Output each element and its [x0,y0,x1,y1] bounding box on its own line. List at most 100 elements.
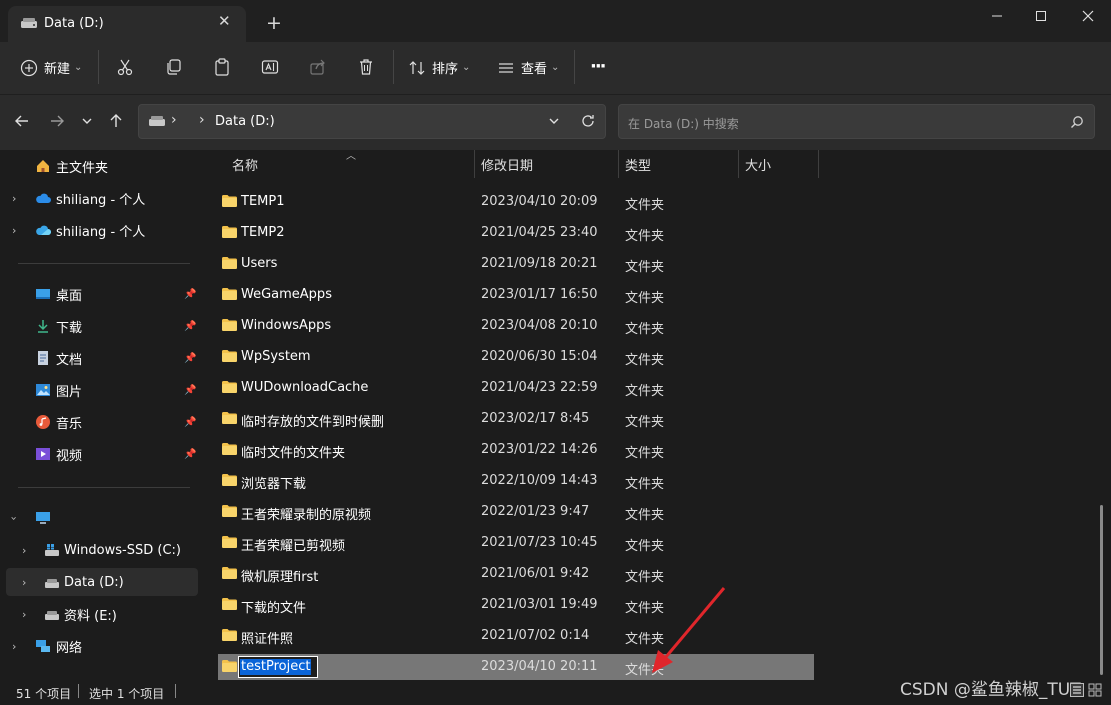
file-row[interactable]: 王者荣耀录制的原视频 2022/01/23 9:47 文件夹 [218,499,814,525]
pin-icon[interactable]: 📌 [184,417,196,428]
sidebar-item-drive-c[interactable]: › Windows-SSD (C:) [6,536,198,564]
column-header-type[interactable]: 类型 [625,150,651,178]
sidebar-item-this-pc[interactable]: › [6,504,198,532]
file-row[interactable]: TEMP2 2021/04/25 23:40 文件夹 [218,220,814,246]
home-icon [37,160,49,172]
sidebar-item-videos[interactable]: 视频 📌 [6,440,198,468]
back-arrow-icon[interactable] [14,113,30,129]
sidebar-item-label: 资料 (E:) [64,608,117,624]
column-resize-handle[interactable] [474,150,475,178]
chevron-right-icon[interactable]: › [12,192,16,205]
file-row[interactable]: Users 2021/09/18 20:21 文件夹 [218,251,814,277]
file-date: 2021/09/18 20:21 [481,256,598,271]
search-icon[interactable] [1070,115,1084,129]
chevron-right-icon[interactable]: › [12,224,16,237]
details-view-icon[interactable] [1070,683,1084,697]
share-icon[interactable] [309,58,327,76]
column-resize-handle[interactable] [618,150,619,178]
file-row[interactable]: WindowsApps 2023/04/08 20:10 文件夹 [218,313,814,339]
close-window-icon[interactable] [1076,5,1100,27]
pin-icon[interactable]: 📌 [184,449,196,460]
pin-icon[interactable]: 📌 [184,353,196,364]
file-row[interactable]: 临时文件的文件夹 2023/01/22 14:26 文件夹 [218,437,814,463]
sidebar-item-home[interactable]: 主文件夹 [6,152,198,180]
copy-icon[interactable] [165,58,183,76]
sidebar-item-downloads[interactable]: 下载 📌 [6,312,198,340]
sidebar-divider [18,263,190,264]
folder-icon [222,412,237,424]
rename-icon[interactable] [261,58,279,76]
breadcrumb-current[interactable]: Data (D:) [215,114,275,129]
pin-icon[interactable]: 📌 [184,385,196,396]
refresh-icon[interactable] [580,113,596,129]
column-header-date[interactable]: 修改日期 [481,150,533,178]
sidebar-item-documents[interactable]: 文档 📌 [6,344,198,372]
tiles-view-icon[interactable] [1088,683,1102,697]
tab-close-icon[interactable]: ✕ [218,12,231,30]
pin-icon[interactable]: 📌 [184,321,196,332]
forward-arrow-icon[interactable] [49,113,65,129]
sidebar-item-music[interactable]: 音乐 📌 [6,408,198,436]
address-history-chevron-icon[interactable] [548,116,560,126]
folder-icon [222,195,237,207]
chevron-right-icon[interactable]: › [22,608,26,621]
breadcrumb-separator[interactable]: › [199,112,205,128]
delete-icon[interactable] [357,58,375,76]
recent-locations-chevron-icon[interactable] [81,116,93,126]
pin-icon[interactable]: 📌 [184,289,196,300]
up-arrow-icon[interactable] [108,113,124,129]
sidebar-item-onedrive-1[interactable]: › shiliang - 个人 [6,184,198,212]
file-date: 2021/04/23 22:59 [481,380,598,395]
file-row[interactable]: 浏览器下载 2022/10/09 14:43 文件夹 [218,468,814,494]
new-button[interactable]: 新建 ⌄ [20,58,82,77]
breadcrumb-separator[interactable]: › [171,112,177,128]
file-row[interactable]: TEMP1 2023/04/10 20:09 文件夹 [218,189,814,215]
sort-button[interactable]: 排序 ⌄ [408,58,470,77]
file-type: 文件夹 [625,322,665,337]
search-placeholder[interactable]: 在 Data (D:) 中搜索 [628,115,739,132]
minimize-icon[interactable] [987,7,1007,25]
column-header-size[interactable]: 大小 [745,150,771,178]
vertical-scrollbar[interactable] [1100,505,1103,675]
file-type: 文件夹 [625,477,665,492]
sidebar-item-drive-e[interactable]: › 资料 (E:) [6,600,198,628]
sidebar-item-network[interactable]: › 网络 [6,632,198,660]
cut-icon[interactable] [116,58,134,76]
new-tab-button[interactable]: + [266,12,282,34]
file-row[interactable]: WUDownloadCache 2021/04/23 22:59 文件夹 [218,375,814,401]
address-bar[interactable] [138,104,606,139]
paste-icon[interactable] [213,58,231,76]
rename-input[interactable]: testProject [238,656,318,678]
file-type: 文件夹 [625,508,665,523]
more-options-button[interactable]: ··· [590,56,606,77]
column-header-name[interactable]: 名称 [232,150,258,178]
download-icon [38,320,48,333]
file-row[interactable]: 临时存放的文件到时候删 2023/02/17 8:45 文件夹 [218,406,814,432]
file-row[interactable]: 照证件照 2021/07/02 0:14 文件夹 [218,623,814,649]
sidebar-item-label: 文档 [56,352,83,368]
file-type: 文件夹 [625,198,665,213]
chevron-right-icon[interactable]: › [22,544,26,557]
chevron-down-icon[interactable]: › [8,516,21,520]
file-type: 文件夹 [625,353,665,368]
maximize-icon[interactable] [1031,7,1051,25]
view-button[interactable]: 查看 ⌄ [497,58,559,77]
file-row[interactable]: WeGameApps 2023/01/17 16:50 文件夹 [218,282,814,308]
sidebar-item-desktop[interactable]: 桌面 📌 [6,280,198,308]
selected-count: 选中 1 个项目 [89,687,165,701]
sidebar-item-pictures[interactable]: 图片 📌 [6,376,198,404]
column-resize-handle[interactable] [738,150,739,178]
file-row[interactable]: 王者荣耀已剪视频 2021/07/23 10:45 文件夹 [218,530,814,556]
sidebar-item-drive-d[interactable]: › Data (D:) [6,568,198,596]
chevron-right-icon[interactable]: › [22,576,26,589]
file-date: 2021/04/25 23:40 [481,225,598,240]
column-resize-handle[interactable] [818,150,819,178]
chevron-right-icon[interactable]: › [12,640,16,653]
file-row[interactable]: 微机原理first 2021/06/01 9:42 文件夹 [218,561,814,587]
file-row[interactable]: 下载的文件 2021/03/01 19:49 文件夹 [218,592,814,618]
sidebar-item-onedrive-2[interactable]: › shiliang - 个人 [6,216,198,244]
sidebar-divider [18,487,190,488]
file-row[interactable]: WpSystem 2020/06/30 15:04 文件夹 [218,344,814,370]
folder-icon [222,288,237,300]
file-row-selected[interactable]: testProject 2023/04/10 20:11 文件夹 [218,654,814,680]
